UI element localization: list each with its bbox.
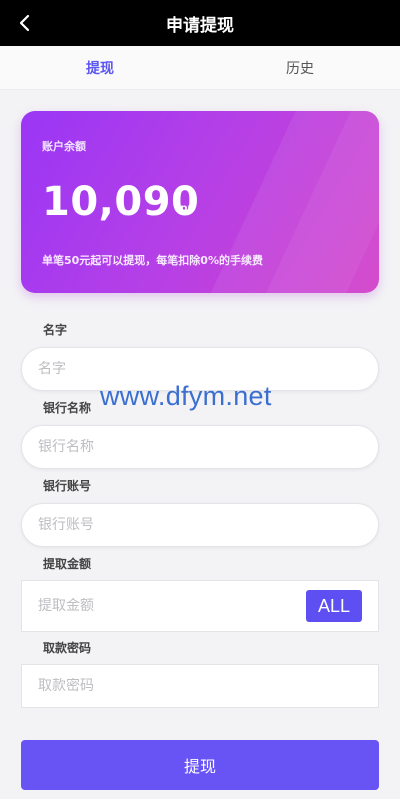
password-label: 取款密码 [43, 641, 92, 655]
tab-history[interactable]: 历史 [200, 46, 400, 89]
top-bar: 申请提现 [0, 0, 400, 46]
name-label: 名字 [43, 323, 68, 337]
all-amount-button[interactable]: ALL [306, 590, 362, 622]
balance-amount: 10,090 [42, 179, 200, 225]
withdraw-submit-button[interactable]: 提现 [21, 740, 379, 790]
amount-input[interactable] [38, 598, 298, 614]
withdraw-note: 单笔50元起可以提现，每笔扣除0%的手续费 [42, 254, 263, 267]
page-title: 申请提现 [166, 15, 234, 36]
tab-bar: 提现 历史 [0, 46, 400, 90]
bank-account-field [21, 503, 379, 547]
password-field [21, 664, 379, 708]
watermark-text: www.dfym.net [100, 381, 272, 411]
bank-account-input[interactable] [38, 517, 298, 533]
tab-withdraw[interactable]: 提现 [0, 46, 200, 89]
balance-card: 账户余额 10,090 грн 单笔50元起可以提现，每笔扣除0%的手续费 [21, 111, 379, 293]
chevron-left-icon[interactable] [14, 12, 36, 34]
amount-field: ALL [21, 580, 379, 632]
bank-name-label: 银行名称 [43, 401, 92, 415]
balance-label: 账户余额 [42, 140, 86, 153]
balance-currency: грн [175, 203, 195, 214]
name-input[interactable] [38, 361, 298, 377]
bank-name-field [21, 425, 379, 469]
bank-name-input[interactable] [38, 439, 298, 455]
password-input[interactable] [38, 678, 298, 694]
bank-account-label: 银行账号 [43, 479, 92, 493]
amount-label: 提取金额 [43, 557, 92, 571]
